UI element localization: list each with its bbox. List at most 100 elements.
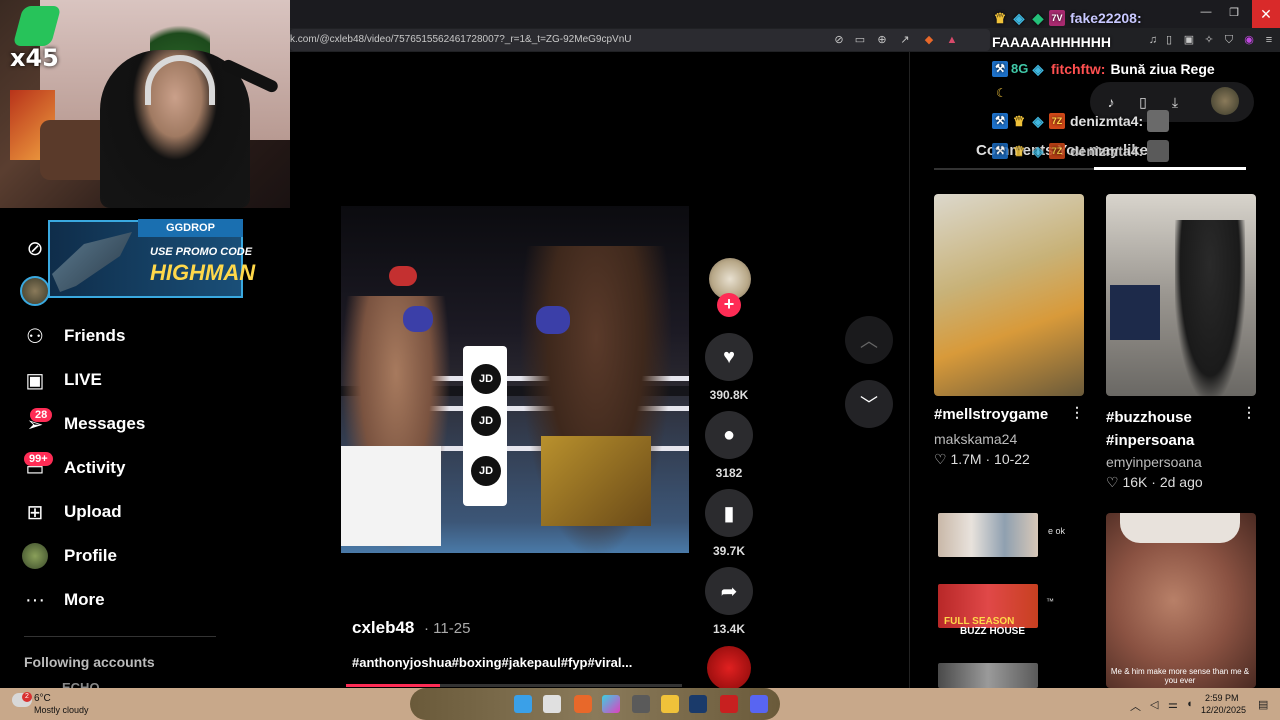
clock-date[interactable]: 12/20/2025 bbox=[1201, 705, 1246, 715]
sidebar-item-explore[interactable]: ⊘ bbox=[22, 234, 48, 262]
boxing-glove bbox=[536, 306, 570, 334]
user-avatar[interactable] bbox=[1211, 87, 1239, 115]
video-title[interactable]: #buzzhouse #inpersoana bbox=[1106, 406, 1226, 452]
save-button[interactable]: ▮ bbox=[705, 489, 753, 537]
sidebar-toggle-icon[interactable]: ▯ bbox=[1162, 33, 1176, 47]
mini-thumbnail[interactable] bbox=[938, 663, 1038, 688]
task-view-icon[interactable] bbox=[543, 695, 561, 713]
video-stats: ♡ 1.7M · 10-22 bbox=[934, 451, 1030, 467]
minimize-button[interactable]: — bbox=[1196, 6, 1216, 22]
share-button[interactable]: ➦ bbox=[705, 567, 753, 615]
music-disc-icon[interactable] bbox=[707, 646, 751, 690]
following-accounts-header: Following accounts bbox=[24, 654, 155, 670]
tiktok-icon[interactable]: ♪ bbox=[1103, 94, 1119, 110]
friends-icon: ⚇ bbox=[26, 325, 44, 348]
chat-message: ♛ ◈ ◆ 7V fake22208: bbox=[992, 10, 1142, 26]
sidebar-item-more[interactable]: ··· More bbox=[22, 586, 105, 614]
weather-temp[interactable]: 6°C bbox=[34, 693, 51, 704]
hammer-icon: ⚒ bbox=[992, 143, 1008, 159]
close-window-button[interactable]: ✕ bbox=[1252, 0, 1280, 28]
share-icon[interactable]: ↗ bbox=[898, 33, 912, 47]
volume-icon[interactable]: ◖ bbox=[1186, 698, 1193, 710]
comment-button[interactable]: ● bbox=[705, 411, 753, 459]
mini-label: ™ bbox=[1046, 597, 1054, 606]
mini-label: e ok bbox=[1048, 526, 1066, 536]
sidebar-item-friends[interactable]: ⚇ Friends bbox=[22, 322, 125, 350]
video-date: 2d ago bbox=[1159, 474, 1203, 490]
menu-icon[interactable]: ≡ bbox=[1262, 33, 1276, 47]
steam-icon[interactable] bbox=[689, 695, 707, 713]
copilot-icon[interactable] bbox=[602, 695, 620, 713]
video-author[interactable]: makskama24 bbox=[934, 431, 1017, 447]
weather-condition[interactable]: Mostly cloudy bbox=[34, 705, 89, 715]
8g-icon: 8G bbox=[1011, 61, 1029, 76]
sidebar-item-upload[interactable]: ⊞ Upload bbox=[22, 498, 122, 526]
music-icon[interactable]: ♫ bbox=[1146, 33, 1160, 47]
wallet-icon[interactable]: ▣ bbox=[1182, 33, 1196, 47]
robot-icon: ◈ bbox=[1032, 61, 1044, 77]
next-video-button[interactable]: ﹀ bbox=[845, 380, 893, 428]
riot-icon[interactable] bbox=[720, 695, 738, 713]
leo-icon[interactable]: ◉ bbox=[1242, 33, 1256, 47]
weather-badge: 2 bbox=[22, 692, 32, 702]
chevron-up-icon[interactable]: ︿ bbox=[1130, 698, 1141, 714]
url-text[interactable]: k.com/@cxleb48/video/7576515562461728007… bbox=[290, 34, 632, 45]
file-explorer-icon[interactable] bbox=[661, 695, 679, 713]
rewards-icon[interactable]: ▲ bbox=[945, 33, 959, 47]
brave-shield-icon[interactable]: ◆ bbox=[922, 33, 936, 47]
video-author[interactable]: cxleb48 bbox=[352, 618, 414, 638]
sidebar-item-profile[interactable]: Profile bbox=[22, 542, 117, 570]
thumbnail-headband bbox=[1120, 513, 1240, 543]
windows-start-icon[interactable] bbox=[514, 695, 532, 713]
like-button[interactable]: ♥ bbox=[705, 333, 753, 381]
video-author[interactable]: emyinpersoana bbox=[1106, 454, 1202, 470]
chat-badges: ⚒ ♛ ◈ 7Z bbox=[992, 113, 1065, 129]
app-icon[interactable] bbox=[632, 695, 650, 713]
crown-icon: ♛ bbox=[1012, 113, 1026, 129]
phone-icon[interactable]: ▯ bbox=[1135, 94, 1151, 110]
chat-emote bbox=[1147, 110, 1170, 132]
brave-icon[interactable] bbox=[574, 695, 592, 713]
chat-username: fake22208: bbox=[1070, 10, 1142, 26]
clock-time[interactable]: 2:59 PM bbox=[1205, 693, 1239, 703]
cast-icon[interactable]: ▭ bbox=[853, 33, 867, 47]
hammer-icon: ⚒ bbox=[992, 61, 1008, 77]
thumbnail-tv bbox=[1110, 285, 1160, 340]
hammer-icon: ⚒ bbox=[992, 113, 1008, 129]
discord-icon[interactable] bbox=[750, 695, 768, 713]
video-player[interactable]: JD JD JD bbox=[341, 206, 689, 553]
robot-icon: ◈ bbox=[1032, 113, 1044, 129]
vpn-icon[interactable]: ⛉ bbox=[1222, 33, 1236, 47]
mini-label: BUZZ HOUSE bbox=[960, 626, 1025, 637]
previous-video-button[interactable]: ︿ bbox=[845, 316, 893, 364]
notification-icon[interactable]: ▤ bbox=[1258, 698, 1268, 711]
extensions-icon[interactable]: ✧ bbox=[1202, 33, 1216, 47]
sidebar-item-label: Profile bbox=[64, 546, 117, 565]
sidebar-divider bbox=[24, 636, 216, 637]
speaker-icon[interactable]: ◁ bbox=[1150, 698, 1158, 711]
zoom-icon[interactable]: ⊕ bbox=[875, 33, 889, 47]
share-count: 13.4K bbox=[712, 622, 746, 636]
live-icon: ▣ bbox=[25, 369, 45, 392]
mini-thumbnail[interactable] bbox=[938, 513, 1038, 557]
maximize-button[interactable]: ❐ bbox=[1224, 6, 1244, 22]
network-icon[interactable]: ⚌ bbox=[1168, 698, 1178, 711]
sidebar-item-live[interactable]: ▣ LIVE bbox=[22, 366, 102, 394]
7tv-icon: 7V bbox=[1049, 10, 1065, 26]
video-title[interactable]: #mellstroygame bbox=[934, 406, 1048, 423]
video-caption[interactable]: #anthonyjoshua#boxing#jakepaul#fyp#viral… bbox=[352, 655, 632, 670]
download-icon[interactable]: ⤓ bbox=[1167, 94, 1183, 110]
crown-icon: ♛ bbox=[1012, 143, 1026, 159]
chat-text: FAAAAAHHHHHH bbox=[992, 34, 1111, 50]
gem-count: x45 bbox=[10, 44, 59, 72]
share-arrow-icon: ➦ bbox=[720, 580, 738, 603]
video-thumbnail[interactable] bbox=[934, 194, 1084, 396]
follow-button[interactable]: + bbox=[717, 293, 741, 317]
no-entry-icon[interactable]: ⊘ bbox=[832, 33, 846, 47]
video-likes: 16K bbox=[1122, 474, 1148, 490]
more-options-icon[interactable]: ⋮ bbox=[1070, 404, 1084, 421]
crown-icon: ♛ bbox=[993, 10, 1007, 26]
following-avatar[interactable] bbox=[20, 276, 50, 306]
save-count: 39.7K bbox=[712, 544, 746, 558]
more-options-icon[interactable]: ⋮ bbox=[1242, 404, 1256, 421]
